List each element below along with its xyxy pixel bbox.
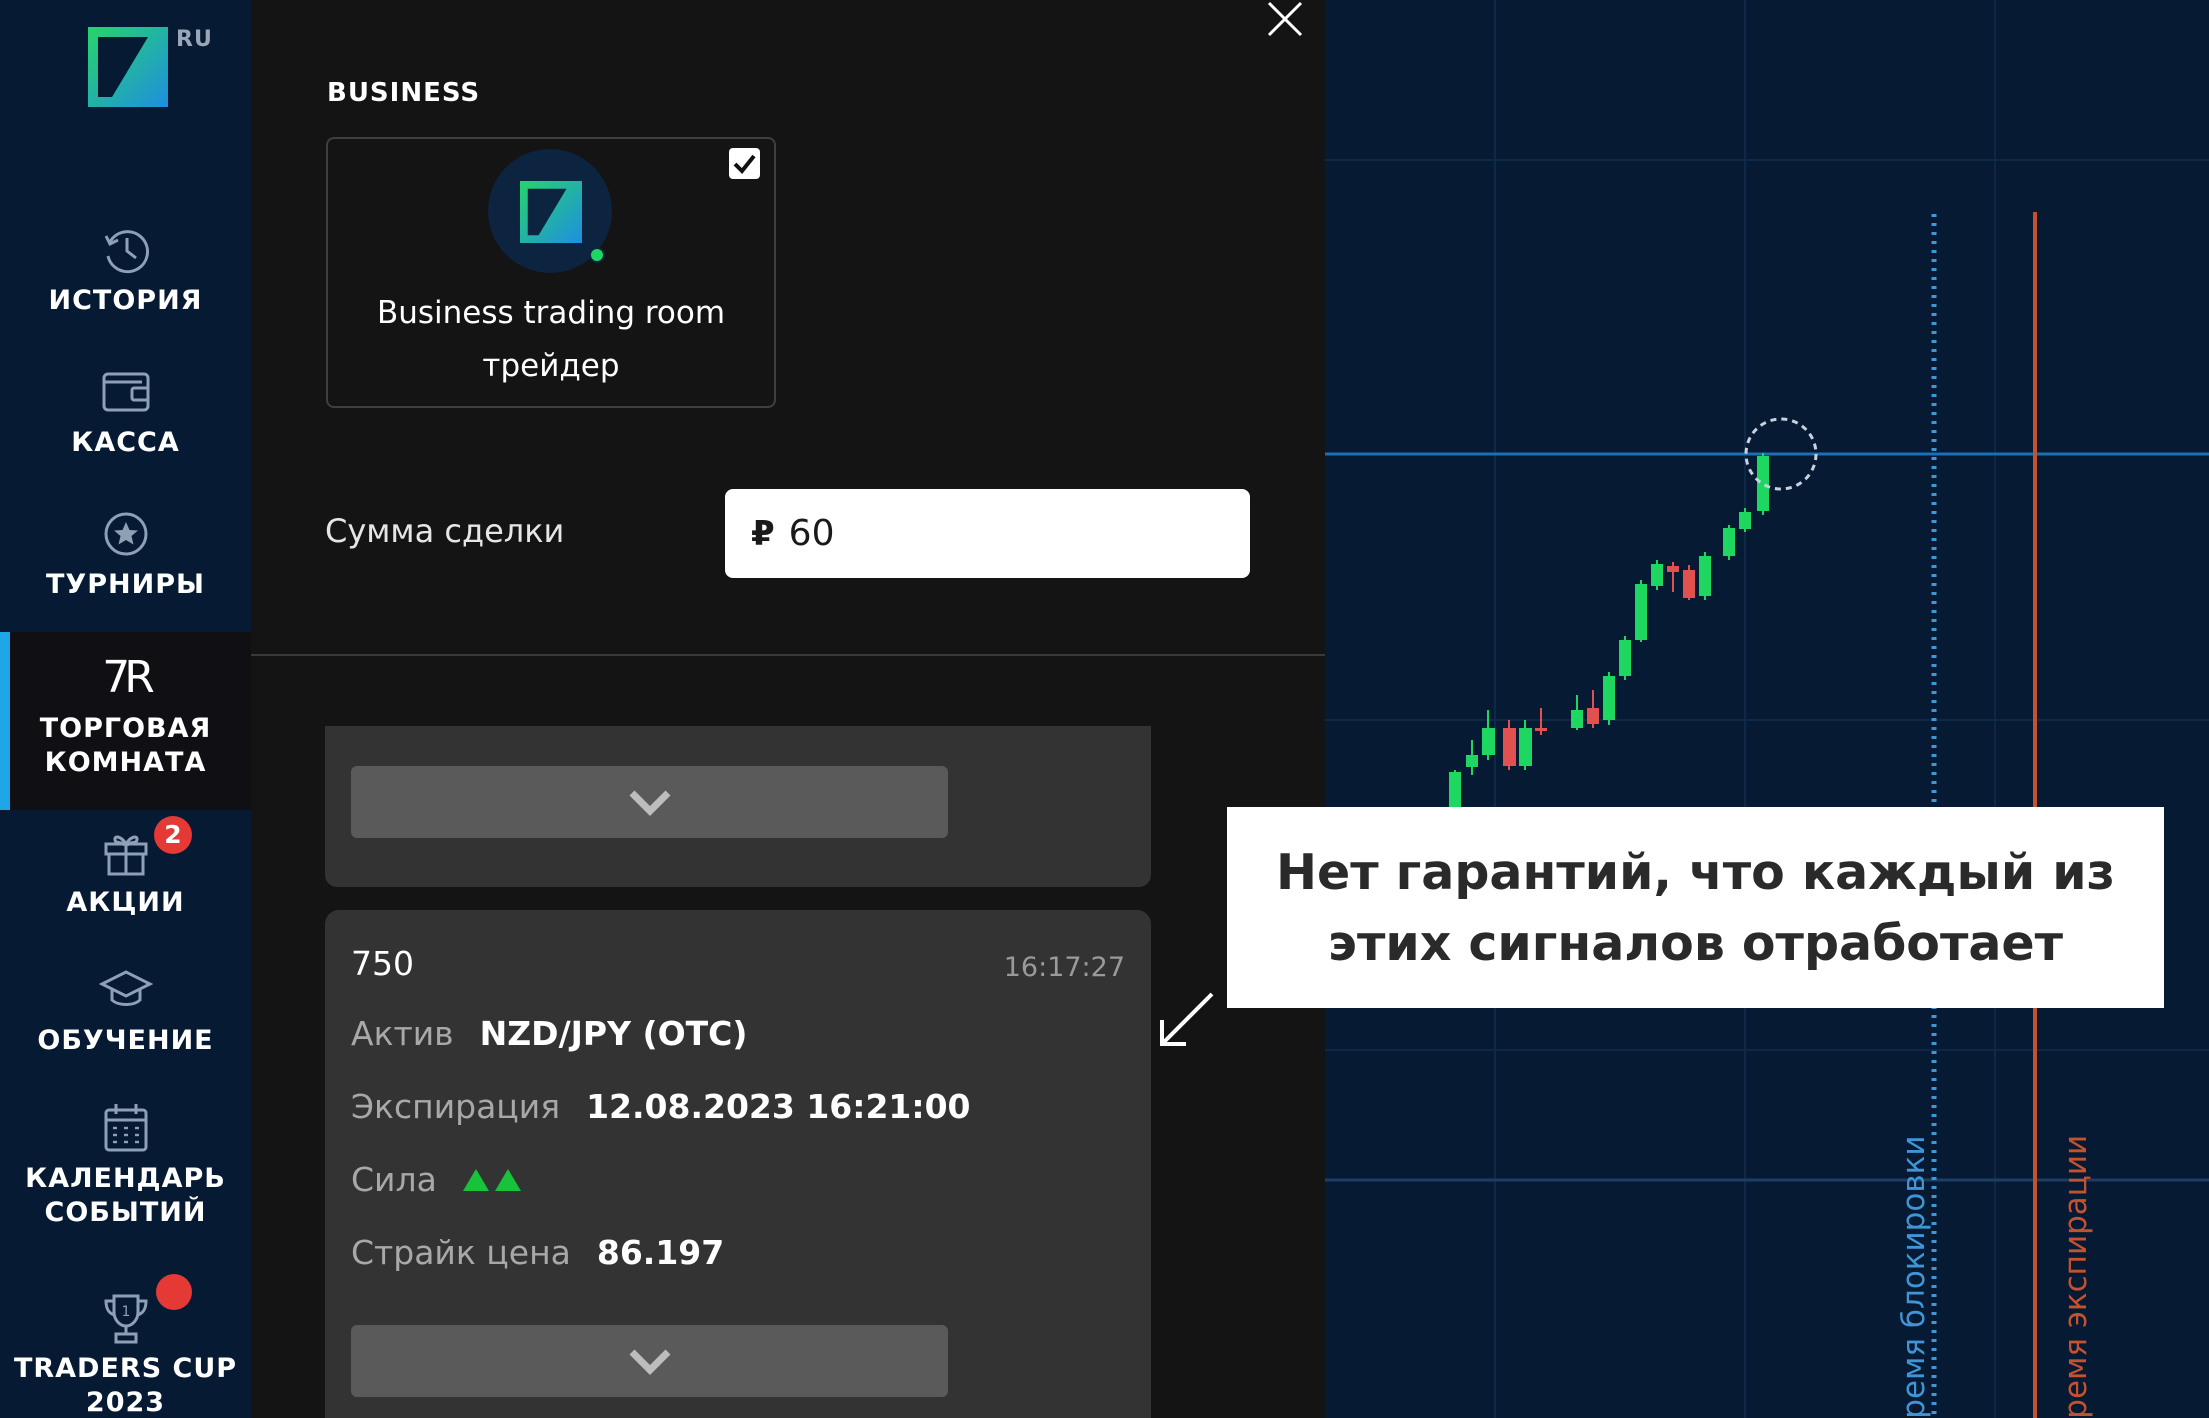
star-icon <box>104 512 147 556</box>
callout-text: Нет гарантий, что каждый из этих сигнало… <box>1275 843 2116 972</box>
sidebar-item-tournaments[interactable]: ТУРНИРЫ <box>0 504 251 602</box>
signal-amount: 750 <box>351 944 414 983</box>
sidebar-item-label: ТОРГОВАЯ КОМНАТА <box>39 713 212 778</box>
asset-label: Актив <box>351 1014 454 1053</box>
signal-strike-row: Страйк цена 86.197 <box>351 1233 724 1272</box>
amount-input[interactable]: ₽ 60 <box>725 489 1250 578</box>
sidebar-item-label: КАССА <box>71 427 180 458</box>
amount-value[interactable]: 60 <box>789 513 835 554</box>
asset-value: NZD/JPY (OTC) <box>479 1014 748 1053</box>
currency-symbol: ₽ <box>751 513 775 554</box>
notification-badge: 2 <box>154 816 192 854</box>
warning-callout: Нет гарантий, что каждый из этих сигнало… <box>1227 807 2164 1008</box>
strike-value: 86.197 <box>596 1233 725 1272</box>
history-icon <box>104 230 149 274</box>
sidebar-item-label: ИСТОРИЯ <box>48 285 203 316</box>
sidebar: RU ИСТОРИЯ КАССА ТУРНИРЫ 7R ТОРГОВАЯ КОМ… <box>0 0 251 1418</box>
gift-icon <box>104 835 147 876</box>
trader-name: Business trading room трейдер <box>376 295 726 384</box>
expiration-label: Экспирация <box>351 1087 561 1126</box>
chevron-down-icon <box>629 790 670 816</box>
trader-card[interactable]: Business trading room трейдер <box>326 137 776 408</box>
strength-indicator <box>462 1168 521 1191</box>
expand-button[interactable] <box>351 1325 948 1397</box>
close-icon[interactable] <box>1263 0 1307 42</box>
graduation-cap-icon <box>98 970 153 1006</box>
sidebar-item-label: КАЛЕНДАРЬ СОБЫТИЙ <box>25 1163 226 1228</box>
divider <box>251 654 1325 656</box>
sidebar-item-label: ОБУЧЕНИЕ <box>37 1025 214 1056</box>
strike-label: Страйк цена <box>351 1233 571 1272</box>
pointer-arrow-icon <box>1160 992 1214 1046</box>
region-label: RU <box>176 27 213 52</box>
active-indicator <box>0 632 10 810</box>
signals-panel: BUSINESS Business trading room трейдер С… <box>251 0 1325 1418</box>
sidebar-item-trading-room[interactable]: 7R ТОРГОВАЯ КОМНАТА <box>0 632 251 810</box>
sidebar-item-label: ТУРНИРЫ <box>46 569 205 600</box>
sidebar-item-label: TRADERS CUP 2023 <box>13 1353 238 1418</box>
calendar-icon <box>104 1104 147 1152</box>
expiry-line-label: Время экспирации <box>2058 1134 2094 1418</box>
price-chart[interactable]: Время блокировки Время экспирации <box>1325 0 2209 1418</box>
section-title: BUSINESS <box>327 78 481 108</box>
brand-logo <box>520 181 582 243</box>
strength-label: Сила <box>351 1160 437 1199</box>
signal-expiration-row: Экспирация 12.08.2023 16:21:00 <box>351 1087 971 1126</box>
sidebar-item-promotions[interactable]: 2 АКЦИИ <box>0 816 251 920</box>
chevron-down-icon <box>629 1349 670 1375</box>
sidebar-item-education[interactable]: ОБУЧЕНИЕ <box>0 960 251 1058</box>
expiration-value: 12.08.2023 16:21:00 <box>586 1087 971 1126</box>
sidebar-item-traders-cup[interactable]: 1 TRADERS CUP 2023 <box>0 1274 251 1418</box>
signal-card <box>325 726 1151 887</box>
online-status-dot <box>589 247 605 263</box>
signal-asset-row: Актив NZD/JPY (OTC) <box>351 1014 747 1053</box>
signal-strength-row: Сила <box>351 1160 521 1199</box>
sidebar-item-cashier[interactable]: КАССА <box>0 362 251 460</box>
brand-logo[interactable] <box>88 27 168 107</box>
avatar <box>488 149 612 273</box>
notification-dot <box>156 1274 192 1310</box>
sidebar-item-calendar[interactable]: КАЛЕНДАРЬ СОБЫТИЙ <box>0 1098 251 1230</box>
signal-card: 750 16:17:27 Актив NZD/JPY (OTC) Экспира… <box>325 910 1151 1418</box>
checkbox-checked-icon[interactable] <box>729 148 760 179</box>
sidebar-item-label: АКЦИИ <box>66 887 185 918</box>
svg-text:1: 1 <box>121 1304 130 1320</box>
strength-up-icon <box>494 1168 521 1191</box>
amount-label: Сумма сделки <box>325 512 565 550</box>
lock-line-label: Время блокировки <box>1896 1135 1932 1418</box>
wallet-icon <box>102 372 149 412</box>
signal-time: 16:17:27 <box>1003 952 1125 983</box>
sidebar-item-history[interactable]: ИСТОРИЯ <box>0 220 251 318</box>
expand-button[interactable] <box>351 766 948 838</box>
trading-room-icon: 7R <box>102 652 155 703</box>
strength-up-icon <box>462 1168 489 1191</box>
trophy-icon: 1 <box>103 1294 148 1344</box>
